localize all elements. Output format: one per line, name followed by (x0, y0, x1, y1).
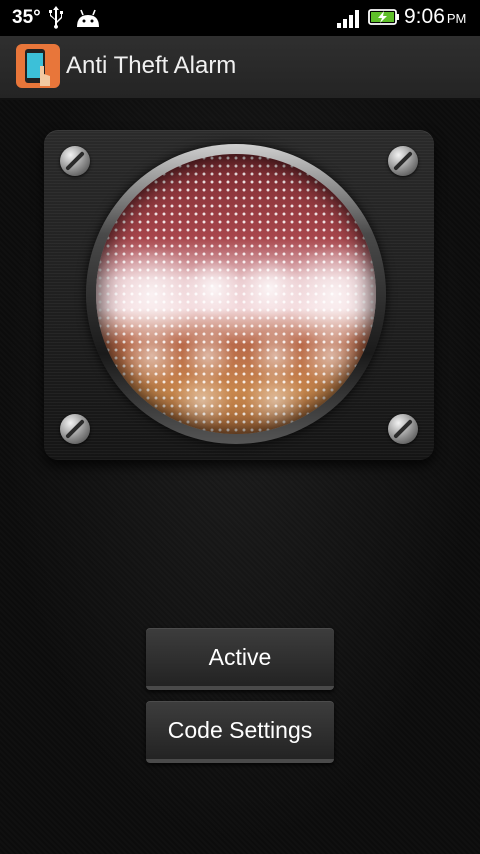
active-button[interactable]: Active (146, 628, 334, 690)
code-settings-button[interactable]: Code Settings (146, 701, 334, 763)
battery-charging-icon (368, 9, 399, 25)
screw-top-right-icon (388, 146, 418, 176)
speaker-grille (96, 154, 376, 434)
temperature-indicator: 35° (12, 7, 41, 28)
signal-icon (337, 10, 359, 28)
speaker-bezel (86, 144, 386, 444)
status-bar: 35° 9:06 PM (0, 0, 480, 36)
app-title: Anti Theft Alarm (66, 52, 237, 79)
usb-icon (49, 6, 63, 29)
screw-top-left-icon (60, 146, 90, 176)
android-icon (77, 9, 99, 27)
speaker-panel (44, 130, 434, 460)
clock: 9:06 PM (404, 5, 467, 28)
action-bar: Anti Theft Alarm (0, 36, 480, 100)
phone-hand-icon[interactable] (16, 44, 60, 88)
screw-bottom-left-icon (60, 414, 90, 444)
main-content: Active Code Settings (0, 100, 480, 854)
screw-bottom-right-icon (388, 414, 418, 444)
